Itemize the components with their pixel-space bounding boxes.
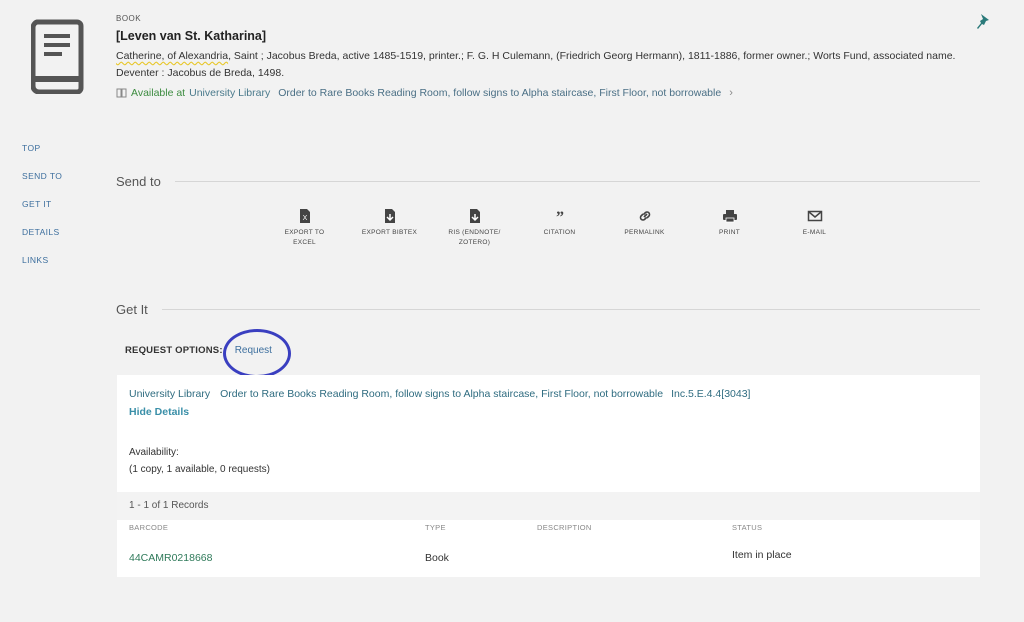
holding-call-number: Inc.5.E.4.4[3043]: [671, 388, 751, 400]
envelope-icon: [807, 210, 822, 222]
permalink-button[interactable]: PERMALINK: [602, 208, 687, 248]
sidenav-send-to[interactable]: SEND TO: [22, 171, 62, 199]
send-to-actions: X EXPORT TO EXCEL EXPORT BIBTEX RIS (END…: [262, 208, 857, 248]
link-icon: [639, 211, 650, 221]
holdings-panel: University Library Order to Rare Books R…: [117, 375, 980, 577]
citation-button[interactable]: ” CITATION: [517, 208, 602, 248]
sidenav-top[interactable]: TOP: [22, 143, 62, 171]
side-navigation: TOP SEND TO GET IT DETAILS LINKS: [22, 143, 62, 283]
item-status: Item in place: [732, 549, 792, 561]
record-type: BOOK: [116, 14, 142, 23]
column-description: DESCRIPTION: [537, 523, 592, 532]
availability-location: Order to Rare Books Reading Room, follow…: [278, 87, 722, 99]
records-count-bar: 1 - 1 of 1 Records: [117, 492, 980, 520]
export-ris-button[interactable]: RIS (ENDNOTE/ ZOTERO): [432, 208, 517, 248]
column-status: STATUS: [732, 523, 763, 532]
request-options-label: REQUEST OPTIONS:: [125, 345, 223, 356]
availability-value: (1 copy, 1 available, 0 requests): [129, 464, 271, 475]
svg-text:”: ”: [556, 209, 564, 224]
pin-icon[interactable]: [976, 13, 990, 29]
send-to-section-title: Send to: [116, 174, 980, 189]
chevron-right-icon: ›: [729, 87, 733, 99]
creator-main[interactable]: Catherine, of Alexandria: [116, 50, 228, 62]
sidenav-links[interactable]: LINKS: [22, 255, 62, 283]
item-type: Book: [425, 552, 449, 564]
hide-details-link[interactable]: Hide Details: [129, 406, 189, 418]
holding-library: University Library: [129, 388, 211, 400]
svg-text:X: X: [302, 215, 307, 222]
send-to-title: Send to: [116, 174, 161, 189]
holding-line: University Library Order to Rare Books R…: [129, 388, 750, 400]
divider: [174, 181, 980, 182]
sidenav-get-it[interactable]: GET IT: [22, 199, 62, 227]
records-count: 1 - 1 of 1 Records: [129, 500, 209, 511]
availability-library: University Library: [189, 87, 271, 99]
holding-location: Order to Rare Books Reading Room, follow…: [220, 388, 664, 400]
column-type: TYPE: [425, 523, 446, 532]
record-publication: Deventer : Jacobus de Breda, 1498.: [116, 67, 285, 79]
book-open-icon: [116, 88, 127, 98]
printer-icon: [722, 210, 737, 223]
export-bibtex-button[interactable]: EXPORT BIBTEX: [347, 208, 432, 248]
availability-line[interactable]: Available at University Library Order to…: [116, 87, 976, 99]
availability-status: Available at: [131, 87, 186, 99]
excel-icon: X: [299, 209, 310, 223]
sidenav-details[interactable]: DETAILS: [22, 227, 62, 255]
bibtex-icon: [384, 209, 395, 223]
divider: [161, 309, 980, 310]
quote-icon: ”: [556, 209, 564, 224]
print-button[interactable]: PRINT: [687, 208, 772, 248]
availability-label: Availability:: [129, 447, 179, 458]
column-barcode: BARCODE: [129, 523, 169, 532]
email-button[interactable]: E-MAIL: [772, 208, 857, 248]
creators-rest: , Saint ; Jacobus Breda, active 1485-151…: [228, 50, 956, 62]
export-excel-button[interactable]: X EXPORT TO EXCEL: [262, 208, 347, 248]
ris-icon: [469, 209, 480, 223]
request-highlight-circle: [223, 329, 291, 378]
get-it-title: Get It: [116, 302, 148, 317]
record-title[interactable]: [Leven van St. Katharina]: [116, 29, 976, 43]
record-header: BOOK [Leven van St. Katharina] Catherine…: [116, 14, 976, 99]
book-icon: [31, 19, 84, 94]
record-creators: Catherine, of Alexandria, Saint ; Jacobu…: [116, 49, 976, 64]
get-it-section-title: Get It: [116, 302, 980, 317]
item-barcode[interactable]: 44CAMR0218668: [129, 552, 212, 564]
